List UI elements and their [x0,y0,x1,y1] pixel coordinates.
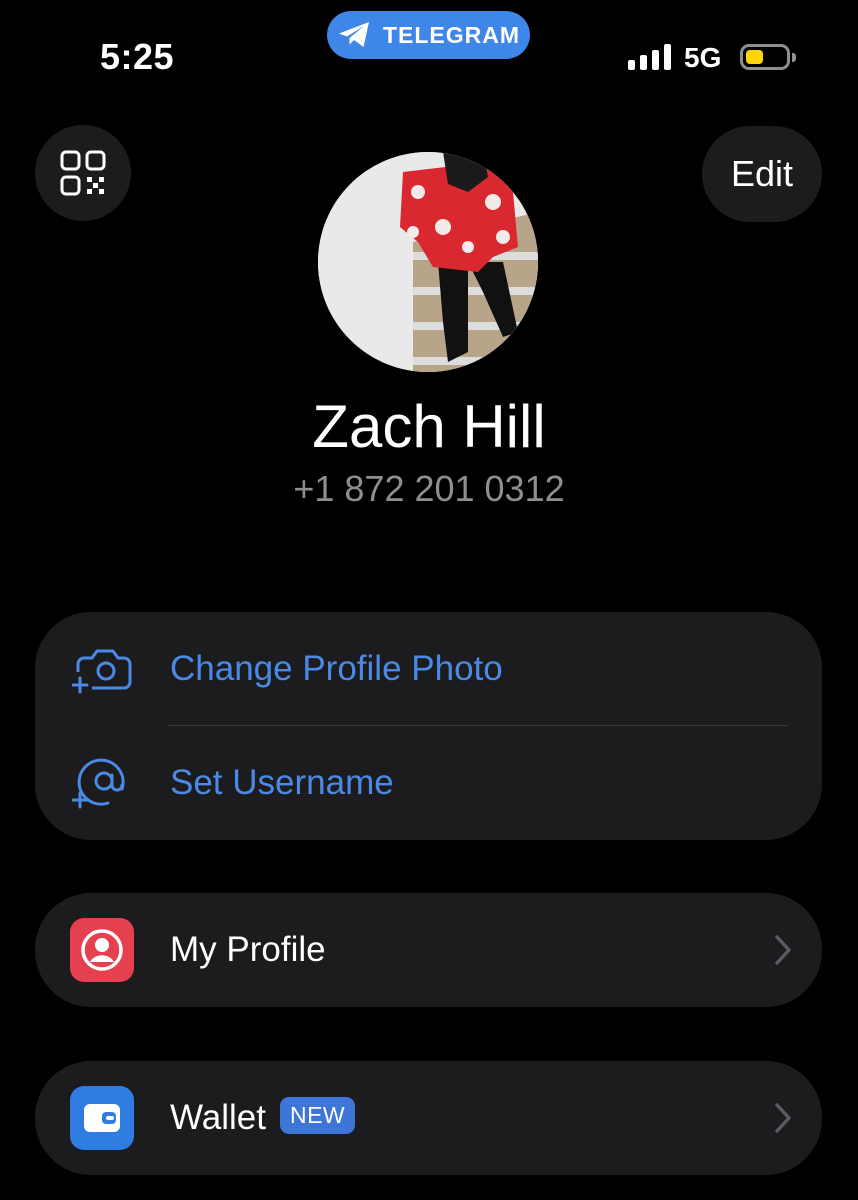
my-profile-row-inner: My Profile [35,893,822,1007]
edit-button[interactable]: Edit [702,126,822,222]
change-profile-photo-row[interactable]: Change Profile Photo [35,612,822,726]
cellular-signal-icon [628,44,671,70]
wallet-row-inner: Wallet NEW [35,1061,822,1175]
wallet-icon [70,1086,134,1150]
battery-icon [740,44,796,70]
telegram-pill-label: TELEGRAM [382,21,521,48]
set-username-label: Set Username [170,763,394,802]
chevron-right-icon [775,935,791,965]
person-circle-icon [70,918,134,982]
my-profile-label: My Profile [170,930,326,969]
wallet-row[interactable]: Wallet NEW [35,1061,822,1175]
status-time: 5:25 [100,36,175,77]
chevron-right-icon [775,1103,791,1133]
new-badge: NEW [279,1097,356,1135]
qr-code-icon [60,150,106,196]
change-profile-photo-label: Change Profile Photo [170,649,503,688]
qr-code-button[interactable] [35,125,131,221]
add-camera-icon [70,637,134,701]
telegram-pill[interactable]: TELEGRAM [327,11,530,59]
profile-phone: +1 872 201 0312 [293,468,565,509]
my-profile-icon-slot [70,918,134,982]
avatar-photo [318,152,538,372]
telegram-plane-icon [338,22,369,47]
wallet-icon-slot [70,1086,134,1150]
profile-name: Zach Hill [312,393,546,460]
set-username-row[interactable]: Set Username [35,726,822,840]
my-profile-row[interactable]: My Profile [35,893,822,1007]
wallet-label-group: Wallet NEW [170,1097,356,1138]
profile-actions-card: Change Profile Photo Set Username [35,612,822,840]
settings-screen: 5:25 TELEGRAM 5G Edit Zach Hill +1 872 2… [0,0,858,1200]
network-type: 5G [684,42,722,73]
avatar[interactable] [318,152,538,372]
add-at-sign-icon [70,751,134,815]
wallet-label: Wallet [170,1097,266,1137]
